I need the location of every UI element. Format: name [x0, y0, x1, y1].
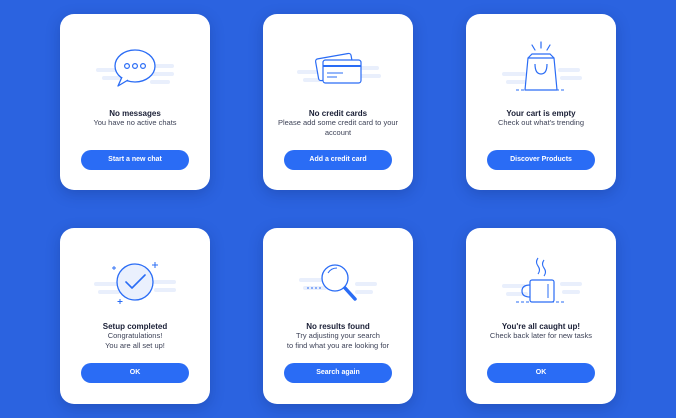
description-line: You have no active chats — [93, 118, 177, 127]
description-line: Check out what's trending — [497, 118, 585, 127]
description-line: to find what you are looking for — [286, 341, 390, 350]
description-line: Congratulations! — [107, 331, 163, 340]
ok-button[interactable]: OK — [487, 363, 595, 383]
description-line: Check back later for new tasks — [489, 331, 593, 340]
card-title: Your cart is empty — [506, 109, 576, 118]
description-line: You are all set up! — [105, 341, 165, 350]
shopping-bag-icon — [502, 41, 582, 91]
card-title: No results found — [306, 322, 370, 331]
description-line: Try adjusting your search — [296, 331, 380, 340]
chat-bubble-icon — [96, 49, 174, 87]
card-description: You have no active chats — [68, 118, 202, 128]
add-credit-card-button[interactable]: Add a credit card — [284, 150, 392, 170]
credit-cards-icon — [297, 52, 381, 84]
start-new-chat-button[interactable]: Start a new chat — [81, 150, 189, 170]
ok-button[interactable]: OK — [81, 363, 189, 383]
card-title: Setup completed — [102, 322, 168, 331]
card-title: You're all caught up! — [501, 322, 581, 331]
card-setup-completed: Setup completed Congratulations! You are… — [60, 228, 210, 404]
card-no-messages: No messages You have no active chats Sta… — [60, 14, 210, 190]
description-line: account — [324, 128, 352, 137]
magnifier-icon — [299, 264, 377, 301]
card-no-credit-cards: No credit cards Please add some credit c… — [263, 14, 413, 190]
card-description: Congratulations! You are all set up! — [68, 331, 202, 351]
card-no-results: No results found Try adjusting your sear… — [263, 228, 413, 404]
card-cart-empty: Your cart is empty Check out what's tren… — [466, 14, 616, 190]
card-title: No credit cards — [308, 109, 368, 118]
discover-products-button[interactable]: Discover Products — [487, 150, 595, 170]
card-title: No messages — [109, 109, 161, 118]
card-description: Try adjusting your search to find what y… — [271, 331, 405, 351]
card-description: Check back later for new tasks — [474, 331, 608, 341]
card-all-caught-up: You're all caught up! Check back later f… — [466, 228, 616, 404]
checkmark-circle-icon — [94, 262, 176, 304]
coffee-mug-icon — [502, 257, 582, 303]
card-description: Please add some credit card to your acco… — [271, 118, 405, 138]
description-line: Please add some credit card to your — [277, 118, 399, 127]
search-again-button[interactable]: Search again — [284, 363, 392, 383]
card-description: Check out what's trending — [474, 118, 608, 128]
